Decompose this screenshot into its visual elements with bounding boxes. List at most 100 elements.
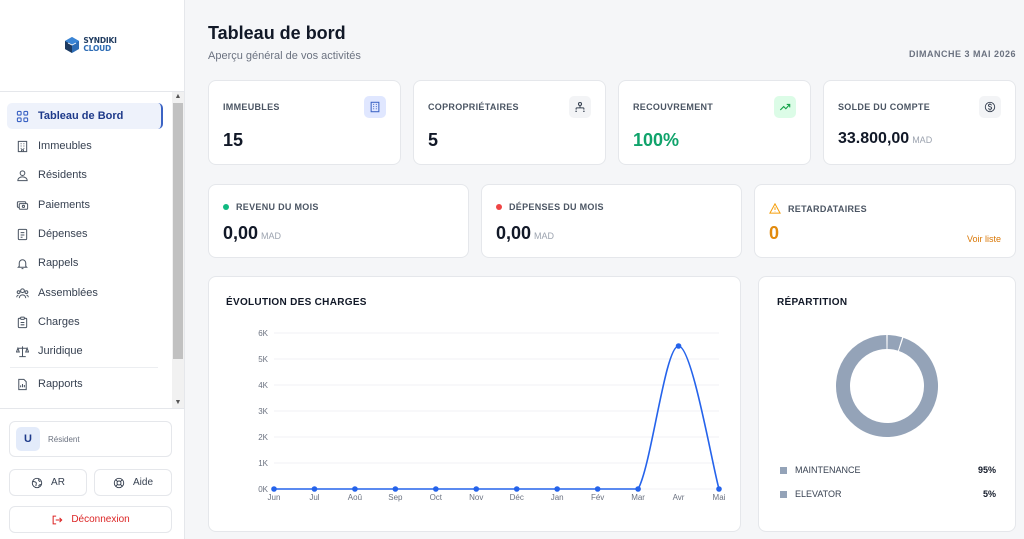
scroll-thumb[interactable] <box>173 103 183 359</box>
sidebar-item-assemblees[interactable]: Assemblées <box>7 280 163 306</box>
stat-icon-box <box>364 96 386 118</box>
scale-icon <box>16 345 29 357</box>
sidebar-item-label: Charges <box>38 316 80 328</box>
sidebar-item-paiements[interactable]: Paiements <box>7 192 163 218</box>
data-point[interactable] <box>271 486 277 492</box>
y-tick-label: 3K <box>258 407 268 416</box>
sidebar-item-depenses[interactable]: Dépenses <box>7 221 163 247</box>
y-tick-label: 4K <box>258 381 268 390</box>
distribution-donut-chart <box>836 335 938 437</box>
view-list-link[interactable]: Voir liste <box>967 234 1001 244</box>
donut-slice[interactable] <box>836 335 938 437</box>
x-tick-label: Mai <box>713 493 726 502</box>
page-subtitle: Aperçu général de vos activités <box>208 50 361 62</box>
legend-label: ELEVATOR <box>795 489 842 499</box>
scroll-up-arrow-icon[interactable]: ▲ <box>172 92 184 102</box>
stat-value: 5 <box>428 130 439 150</box>
sidebar-item-label: Paiements <box>38 199 90 211</box>
group-icon <box>16 287 29 298</box>
x-tick-label: Jan <box>551 493 564 502</box>
late-value: 0 <box>769 223 780 243</box>
dollar-icon <box>984 101 996 113</box>
sidebar-scrollbar[interactable]: ▲ ▼ <box>172 92 184 408</box>
user-card[interactable]: U Résident <box>9 421 172 457</box>
legend-item-elevator: ELEVATOR 5% <box>780 489 996 499</box>
brand-name: SYNDIKI CLOUD <box>83 37 117 53</box>
donut-slice[interactable] <box>887 335 903 351</box>
brand-line2: CLOUD <box>83 44 112 53</box>
stat-card-recouvrement[interactable]: RECOUVREMENT 100% <box>618 80 811 165</box>
stat-value: 100% <box>633 130 680 150</box>
data-point[interactable] <box>513 486 520 492</box>
data-point[interactable] <box>311 486 318 492</box>
data-point[interactable] <box>716 486 722 492</box>
data-point[interactable] <box>554 486 560 492</box>
sidebar-item-label: Tableau de Bord <box>38 110 124 122</box>
x-tick-label: Aoû <box>348 493 362 502</box>
y-tick-label: 1K <box>258 459 268 468</box>
sidebar-item-label: Rappels <box>38 257 79 269</box>
logout-icon <box>52 515 63 524</box>
divider <box>0 408 185 409</box>
revenue-title: REVENU DU MOIS <box>236 202 319 212</box>
sidebar-item-label: Immeubles <box>38 140 92 152</box>
late-payers-card[interactable]: RETARDATAIRES 0 Voir liste <box>754 184 1016 258</box>
expenses-label: DÉPENSES DU MOIS <box>496 202 604 212</box>
scroll-down-arrow-icon[interactable]: ▼ <box>172 398 184 408</box>
data-point[interactable] <box>352 486 358 492</box>
x-tick-label: Oct <box>430 493 443 502</box>
data-point[interactable] <box>635 486 641 492</box>
sidebar-item-immeubles[interactable]: Immeubles <box>7 133 163 159</box>
receipt-icon <box>17 228 28 240</box>
sidebar-item-rapports[interactable]: Rapports <box>7 371 163 397</box>
logo[interactable]: SYNDIKI CLOUD <box>60 16 120 74</box>
stat-icon-box <box>569 96 591 118</box>
sidebar-item-label: Rapports <box>38 378 83 390</box>
data-point[interactable] <box>594 486 601 492</box>
data-point[interactable] <box>675 343 682 349</box>
data-point[interactable] <box>473 486 480 492</box>
x-tick-label: Fév <box>591 493 604 502</box>
org-icon <box>575 101 585 112</box>
report-icon <box>18 378 27 390</box>
users-icon <box>17 169 28 181</box>
trend-up-icon <box>779 103 791 111</box>
help-button[interactable]: Aide <box>94 469 172 496</box>
globe-icon <box>31 477 43 488</box>
sidebar-item-label: Assemblées <box>38 287 98 299</box>
nav-divider <box>10 367 158 368</box>
grid-icon <box>16 110 29 122</box>
revenue-card[interactable]: REVENU DU MOIS 0,00 MAD <box>208 184 469 258</box>
stat-card-coproprietaires[interactable]: COPROPRIÉTAIRES 5 <box>413 80 606 165</box>
data-point[interactable] <box>392 486 399 492</box>
y-tick-label: 2K <box>258 433 268 442</box>
revenue-value: 0,00 MAD <box>223 223 281 244</box>
stat-value: 33.800,00 MAD <box>838 130 932 148</box>
expenses-card[interactable]: DÉPENSES DU MOIS 0,00 MAD <box>481 184 742 258</box>
sidebar-item-residents[interactable]: Résidents <box>7 162 163 188</box>
logout-button[interactable]: Déconnexion <box>9 506 172 533</box>
sidebar-item-label: Dépenses <box>38 228 88 240</box>
sidebar-item-charges[interactable]: Charges <box>7 309 163 335</box>
sidebar-item-rappels[interactable]: Rappels <box>7 250 163 276</box>
logo-cube-icon <box>65 37 80 53</box>
sidebar: SYNDIKI CLOUD Tableau de Bord Immeubles … <box>0 0 185 539</box>
data-point[interactable] <box>433 486 439 492</box>
building-icon <box>17 140 28 152</box>
stat-label: COPROPRIÉTAIRES <box>428 102 519 112</box>
series-line <box>274 345 720 490</box>
stat-card-immeubles[interactable]: IMMEUBLES 15 <box>208 80 401 165</box>
x-tick-label: Avr <box>673 493 685 502</box>
payments-icon <box>16 200 29 210</box>
legend-swatch <box>780 490 787 498</box>
sidebar-item-juridique[interactable]: Juridique <box>7 338 163 364</box>
building-icon <box>370 101 380 113</box>
x-tick-label: Sep <box>388 493 403 502</box>
stat-amount: 33.800,00 <box>838 130 910 147</box>
language-button[interactable]: AR <box>9 469 87 496</box>
stat-label: IMMEUBLES <box>223 102 280 112</box>
late-title: RETARDATAIRES <box>788 203 867 214</box>
sidebar-item-tableau-de-bord[interactable]: Tableau de Bord <box>7 103 163 129</box>
stat-card-solde[interactable]: SOLDE DU COMPTE 33.800,00 MAD <box>823 80 1016 165</box>
revenue-unit: MAD <box>261 231 282 241</box>
